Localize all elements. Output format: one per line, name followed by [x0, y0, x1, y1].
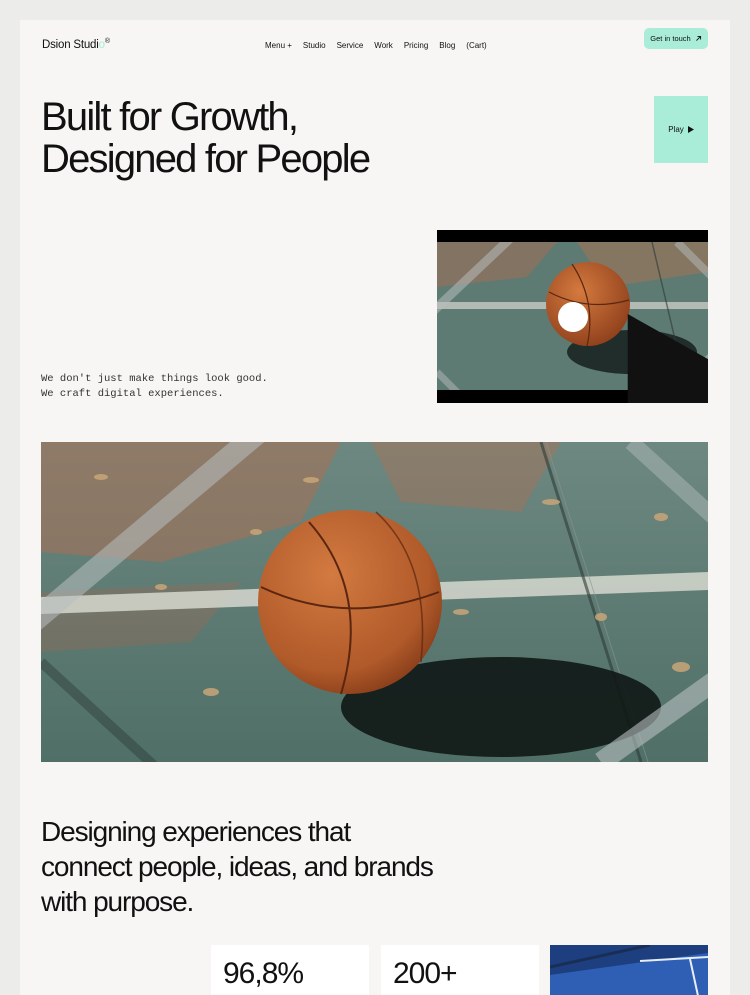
registered-mark: ® [104, 38, 110, 45]
about-line-3: with purpose. [41, 886, 194, 917]
video-thumbnail[interactable] [437, 230, 708, 403]
get-in-touch-label: Get in touch [650, 34, 691, 43]
nav-item-menu[interactable]: Menu + [265, 41, 292, 50]
tennis-court-photo [550, 945, 708, 995]
nav-item-work[interactable]: Work [374, 41, 393, 50]
hero-title-line-1: Built for Growth, [41, 95, 299, 139]
page: Dsion Studio® Menu + Studio Service Work… [20, 20, 730, 995]
hero-title: Built for Growth, Designed for People [41, 95, 371, 181]
get-in-touch-button[interactable]: Get in touch [644, 28, 708, 49]
arrow-up-right-icon [695, 35, 701, 41]
about-statement: Designing experiences that connect peopl… [41, 814, 501, 919]
stat-value: 200+ [393, 957, 458, 990]
nav-item-cart[interactable]: (Cart) [466, 41, 486, 50]
hero-basketball-image [41, 442, 708, 762]
main-nav: Menu + Studio Service Work Pricing Blog … [265, 41, 487, 50]
tagline-line-2: We craft digital experiences. [41, 388, 224, 400]
tagline-line-1: We don't just make things look good. [41, 373, 268, 385]
nav-item-pricing[interactable]: Pricing [404, 41, 428, 50]
hero-tagline: We don't just make things look good. We … [41, 372, 268, 402]
basketball-court-photo [41, 442, 708, 762]
header: Dsion Studio® Menu + Studio Service Work… [42, 28, 708, 64]
nav-item-studio[interactable]: Studio [303, 41, 326, 50]
play-button[interactable]: Play [654, 96, 708, 163]
about-line-2: connect people, ideas, and brands [41, 851, 434, 882]
about-line-1: Designing experiences that [41, 816, 351, 847]
nav-item-service[interactable]: Service [337, 41, 364, 50]
brand-name: Dsion Studi [42, 39, 99, 51]
play-label: Play [668, 125, 684, 134]
nav-item-blog[interactable]: Blog [439, 41, 455, 50]
video-play-button[interactable] [558, 302, 708, 403]
play-icon [627, 314, 708, 403]
play-icon [687, 126, 694, 133]
stat-card: 200+ [381, 945, 539, 995]
hero-title-line-2: Designed for People [41, 137, 371, 181]
brand-logo[interactable]: Dsion Studio® [42, 38, 110, 51]
tennis-court-image [550, 945, 708, 995]
stat-value: 96,8% [223, 957, 304, 990]
stat-card: 96,8% [211, 945, 369, 995]
